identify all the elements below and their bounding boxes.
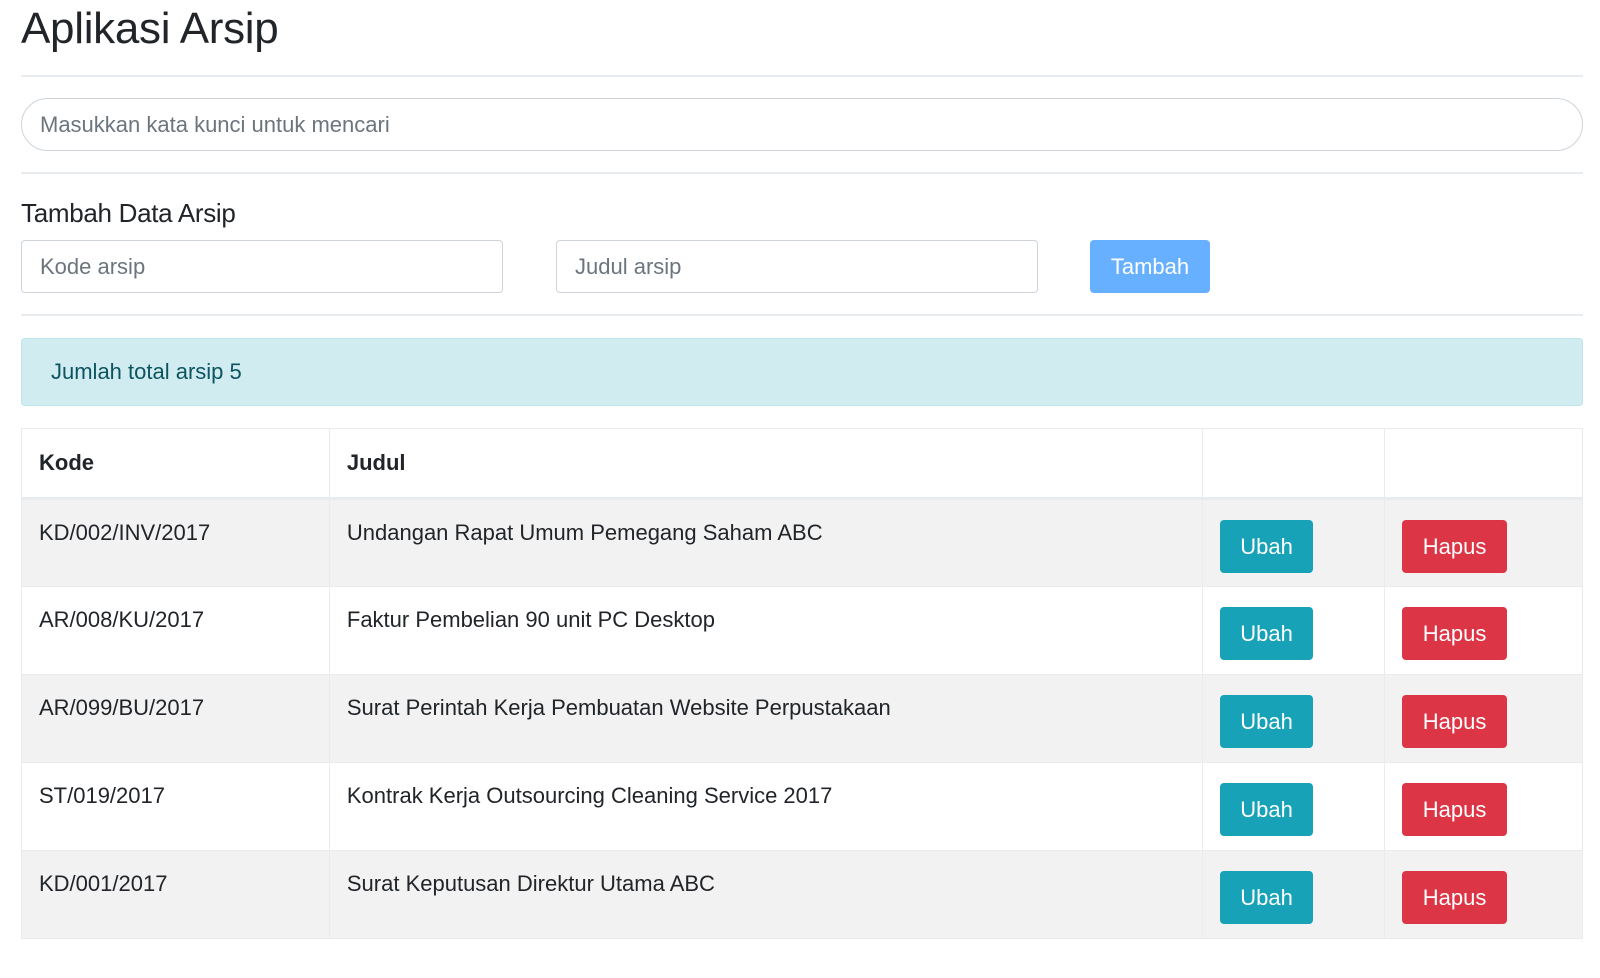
cell-judul: Undangan Rapat Umum Pemegang Saham ABC: [328, 498, 1204, 587]
archive-table: Kode Judul KD/002/INV/2017 Undangan Rapa…: [21, 428, 1583, 939]
cell-kode: KD/001/2017: [21, 850, 330, 939]
divider: [21, 75, 1583, 77]
table-row: AR/008/KU/2017 Faktur Pembelian 90 unit …: [21, 586, 1583, 675]
column-header-edit: [1202, 428, 1386, 500]
delete-button[interactable]: Hapus: [1402, 695, 1508, 748]
page: Aplikasi Arsip Tambah Data Arsip Tambah …: [0, 0, 1600, 978]
edit-button[interactable]: Ubah: [1220, 783, 1314, 836]
cell-judul: Kontrak Kerja Outsourcing Cleaning Servi…: [328, 762, 1204, 851]
add-button[interactable]: Tambah: [1090, 240, 1210, 293]
cell-edit: Ubah: [1202, 674, 1386, 763]
column-header-delete: [1384, 428, 1583, 500]
cell-delete: Hapus: [1384, 674, 1583, 763]
divider: [21, 172, 1583, 174]
cell-judul: Faktur Pembelian 90 unit PC Desktop: [328, 586, 1204, 675]
total-count-alert: Jumlah total arsip 5: [21, 338, 1583, 406]
cell-edit: Ubah: [1202, 762, 1386, 851]
cell-kode: KD/002/INV/2017: [21, 498, 330, 587]
edit-button[interactable]: Ubah: [1220, 871, 1314, 924]
form-title: Tambah Data Arsip: [21, 198, 236, 228]
delete-button[interactable]: Hapus: [1402, 607, 1508, 660]
cell-delete: Hapus: [1384, 850, 1583, 939]
search-input[interactable]: [21, 98, 1583, 151]
cell-delete: Hapus: [1384, 586, 1583, 675]
cell-delete: Hapus: [1384, 762, 1583, 851]
column-header-judul: Judul: [328, 428, 1204, 500]
cell-kode: AR/099/BU/2017: [21, 674, 330, 763]
delete-button[interactable]: Hapus: [1402, 783, 1508, 836]
table-row: AR/099/BU/2017 Surat Perintah Kerja Pemb…: [21, 674, 1583, 763]
edit-button[interactable]: Ubah: [1220, 695, 1314, 748]
table-row: KD/002/INV/2017 Undangan Rapat Umum Peme…: [21, 498, 1583, 587]
cell-edit: Ubah: [1202, 586, 1386, 675]
cell-judul: Surat Perintah Kerja Pembuatan Website P…: [328, 674, 1204, 763]
cell-edit: Ubah: [1202, 498, 1386, 587]
column-header-kode: Kode: [21, 428, 330, 500]
cell-delete: Hapus: [1384, 498, 1583, 587]
table-header-row: Kode Judul: [21, 428, 1583, 500]
page-title: Aplikasi Arsip: [21, 4, 279, 53]
delete-button[interactable]: Hapus: [1402, 871, 1508, 924]
edit-button[interactable]: Ubah: [1220, 520, 1314, 573]
cell-kode: AR/008/KU/2017: [21, 586, 330, 675]
cell-kode: ST/019/2017: [21, 762, 330, 851]
table-row: ST/019/2017 Kontrak Kerja Outsourcing Cl…: [21, 762, 1583, 851]
delete-button[interactable]: Hapus: [1402, 520, 1508, 573]
cell-judul: Surat Keputusan Direktur Utama ABC: [328, 850, 1204, 939]
divider: [21, 314, 1583, 316]
cell-edit: Ubah: [1202, 850, 1386, 939]
table-row: KD/001/2017 Surat Keputusan Direktur Uta…: [21, 850, 1583, 939]
edit-button[interactable]: Ubah: [1220, 607, 1314, 660]
judul-arsip-input[interactable]: [556, 240, 1038, 293]
kode-arsip-input[interactable]: [21, 240, 503, 293]
